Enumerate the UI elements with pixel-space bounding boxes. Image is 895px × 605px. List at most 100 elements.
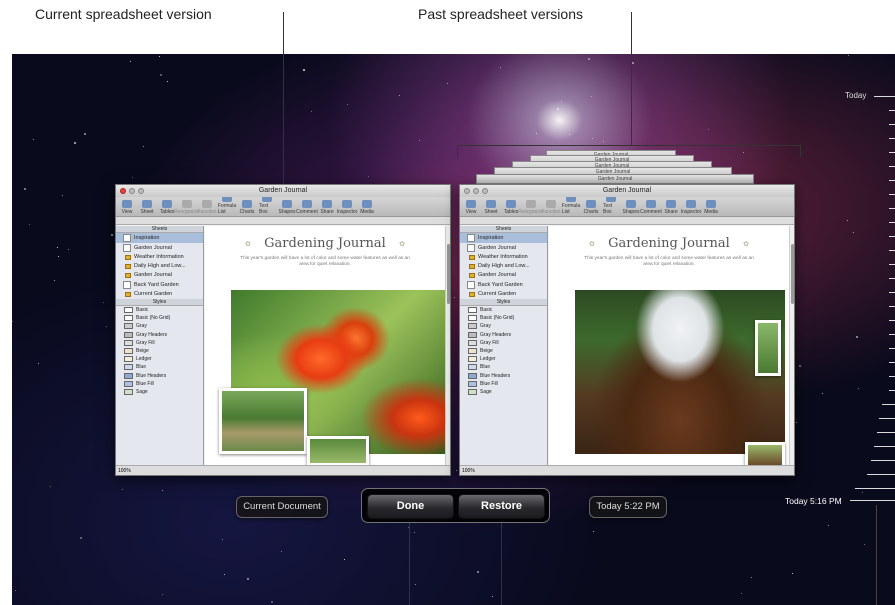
- timeline-tick[interactable]: [855, 488, 895, 489]
- toolbar-reorganize-button[interactable]: Reorganize: [174, 200, 200, 215]
- style-item[interactable]: Beige: [460, 347, 547, 355]
- sheet-item[interactable]: Garden Journal: [116, 243, 203, 253]
- timeline-tick[interactable]: [889, 152, 895, 153]
- toolbar-view-button[interactable]: View: [463, 200, 479, 215]
- style-item[interactable]: Gray Fill: [460, 339, 547, 347]
- toolbar-tables-button[interactable]: Tables: [159, 200, 175, 215]
- toolbar-inspector-button[interactable]: Inspector: [337, 200, 357, 215]
- table-item[interactable]: Weather Information: [116, 253, 203, 262]
- sheet-item[interactable]: Back Yard Garden: [460, 280, 547, 290]
- timeline-today-label[interactable]: Today: [845, 91, 866, 100]
- toolbar-tables-button[interactable]: Tables: [503, 200, 519, 215]
- restore-button[interactable]: Restore: [458, 494, 545, 519]
- toolbar-shapes-button[interactable]: Shapes: [279, 200, 295, 215]
- style-item[interactable]: Sage: [116, 388, 203, 396]
- zoom-button[interactable]: [138, 188, 144, 194]
- style-item[interactable]: Gray: [460, 322, 547, 330]
- timeline-tick[interactable]: [889, 236, 895, 237]
- style-item[interactable]: Basic: [460, 306, 547, 314]
- toolbar-media-button[interactable]: Media: [703, 200, 719, 215]
- table-item[interactable]: Garden Journal: [116, 271, 203, 280]
- style-item[interactable]: Blue Fill: [116, 380, 203, 388]
- timeline-tick[interactable]: [889, 180, 895, 181]
- timeline-tick[interactable]: [889, 334, 895, 335]
- toolbar-formula-list-button[interactable]: Formula List: [562, 194, 580, 215]
- toolbar-function-button[interactable]: Function: [197, 200, 217, 215]
- style-item[interactable]: Blue: [460, 363, 547, 371]
- style-item[interactable]: Beige: [116, 347, 203, 355]
- toolbar-share-button[interactable]: Share: [319, 200, 335, 215]
- toolbar-sheet-button[interactable]: Sheet: [139, 200, 155, 215]
- timeline-tick[interactable]: [889, 208, 895, 209]
- table-item[interactable]: Current Garden: [116, 290, 203, 299]
- timeline-tick[interactable]: [889, 250, 895, 251]
- timeline-tick[interactable]: [882, 404, 895, 405]
- close-button[interactable]: [120, 188, 126, 194]
- style-item[interactable]: Blue: [116, 363, 203, 371]
- vertical-scrollbar[interactable]: [789, 226, 794, 465]
- style-item[interactable]: Basic: [116, 306, 203, 314]
- scroll-thumb[interactable]: [447, 244, 450, 304]
- toolbar-sheet-button[interactable]: Sheet: [483, 200, 499, 215]
- timeline-tick[interactable]: [873, 446, 895, 447]
- scroll-thumb[interactable]: [791, 244, 794, 304]
- minimize-button[interactable]: [129, 188, 135, 194]
- table-item[interactable]: Weather Information: [460, 253, 547, 262]
- sheet-item[interactable]: Inspiration: [460, 233, 547, 243]
- timeline-tick[interactable]: [879, 418, 895, 419]
- style-item[interactable]: Basic (No Grid): [460, 314, 547, 322]
- timeline-tick[interactable]: [867, 474, 895, 475]
- timeline-tick[interactable]: [889, 362, 895, 363]
- timeline-today-tick[interactable]: [874, 96, 895, 97]
- timeline-tick[interactable]: [889, 348, 895, 349]
- timeline-tick[interactable]: [889, 306, 895, 307]
- table-item[interactable]: Current Garden: [460, 290, 547, 299]
- timeline-tick[interactable]: [889, 124, 895, 125]
- timeline-tick[interactable]: [889, 166, 895, 167]
- current-version-window[interactable]: Garden Journal View Sheet Tables Reorganize…: [115, 184, 451, 476]
- toolbar-formula-list-button[interactable]: Formula List: [218, 194, 236, 215]
- toolbar-text-box-button[interactable]: Text Box: [259, 194, 275, 215]
- style-item[interactable]: Gray Headers: [116, 331, 203, 339]
- style-item[interactable]: Blue Headers: [116, 372, 203, 380]
- toolbar-comment-button[interactable]: Comment: [296, 200, 318, 215]
- timeline-tick[interactable]: [889, 264, 895, 265]
- toolbar-text-box-button[interactable]: Text Box: [603, 194, 619, 215]
- style-item[interactable]: Ledger: [460, 355, 547, 363]
- timeline-tick[interactable]: [889, 194, 895, 195]
- toolbar-shapes-button[interactable]: Shapes: [623, 200, 639, 215]
- timeline-tick[interactable]: [889, 320, 895, 321]
- sheet-item[interactable]: Garden Journal: [460, 243, 547, 253]
- style-item[interactable]: Basic (No Grid): [116, 314, 203, 322]
- zoom-level[interactable]: 100%: [462, 468, 475, 474]
- timeline-marker-tick[interactable]: [850, 500, 895, 501]
- timeline-tick[interactable]: [889, 138, 895, 139]
- zoom-level[interactable]: 100%: [118, 468, 131, 474]
- style-item[interactable]: Gray Headers: [460, 331, 547, 339]
- style-item[interactable]: Blue Headers: [460, 372, 547, 380]
- toolbar-function-button[interactable]: Function: [541, 200, 561, 215]
- toolbar-media-button[interactable]: Media: [359, 200, 375, 215]
- style-item[interactable]: Gray: [116, 322, 203, 330]
- sheet-item[interactable]: Back Yard Garden: [116, 280, 203, 290]
- table-item[interactable]: Daily High and Low...: [116, 262, 203, 271]
- timeline-tick[interactable]: [876, 432, 895, 433]
- toolbar-charts-button[interactable]: Charts: [583, 200, 599, 215]
- past-version-window[interactable]: Garden Journal View Sheet Tables Reorganize…: [459, 184, 795, 476]
- vertical-scrollbar[interactable]: [445, 226, 450, 465]
- toolbar-reorganize-button[interactable]: Reorganize: [518, 200, 544, 215]
- timeline-tick[interactable]: [889, 222, 895, 223]
- past-version-stack-1[interactable]: Garden Journal: [476, 174, 754, 184]
- timeline-tick[interactable]: [889, 110, 895, 111]
- toolbar-view-button[interactable]: View: [119, 200, 135, 215]
- style-item[interactable]: Sage: [460, 388, 547, 396]
- done-button[interactable]: Done: [367, 494, 454, 519]
- timeline-tick[interactable]: [889, 376, 895, 377]
- table-item[interactable]: Garden Journal: [460, 271, 547, 280]
- style-item[interactable]: Gray Fill: [116, 339, 203, 347]
- toolbar-charts-button[interactable]: Charts: [239, 200, 255, 215]
- sheet-item[interactable]: Inspiration: [116, 233, 203, 243]
- toolbar-comment-button[interactable]: Comment: [640, 200, 662, 215]
- timeline-tick[interactable]: [889, 390, 895, 391]
- timeline-tick[interactable]: [871, 460, 895, 461]
